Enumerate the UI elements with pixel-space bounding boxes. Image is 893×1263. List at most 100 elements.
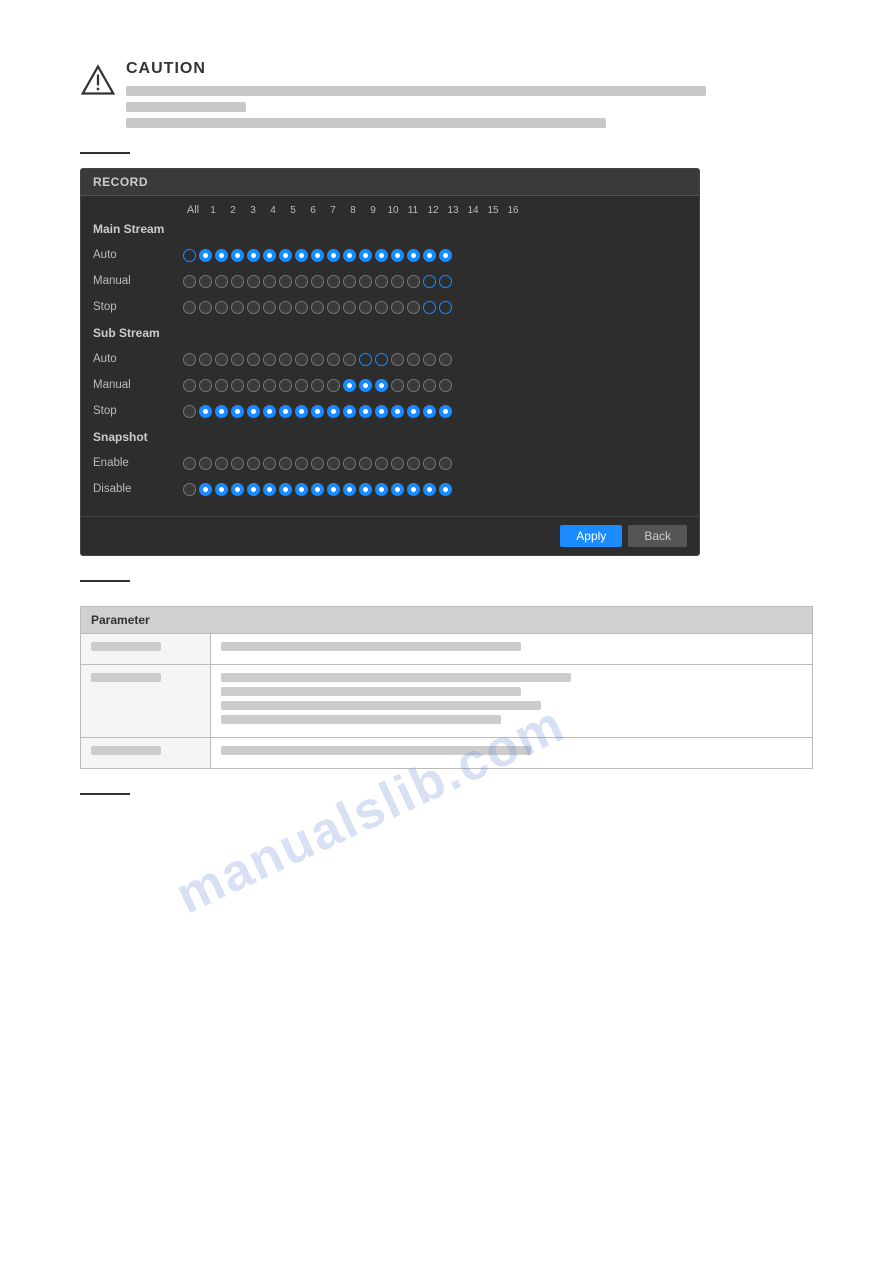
sub-stop-16[interactable] <box>439 405 452 418</box>
snap-enable-9[interactable] <box>327 457 340 470</box>
sub-manual-12[interactable] <box>375 379 388 392</box>
main-manual-10[interactable] <box>343 275 356 288</box>
sub-auto-14[interactable] <box>407 353 420 366</box>
main-stop-7[interactable] <box>295 301 308 314</box>
sub-auto-row[interactable]: Auto <box>93 348 687 370</box>
snap-enable-16[interactable] <box>439 457 452 470</box>
main-manual-12[interactable] <box>375 275 388 288</box>
sub-stop-5[interactable] <box>263 405 276 418</box>
sub-auto-16[interactable] <box>439 353 452 366</box>
main-auto-row[interactable]: Auto <box>93 244 687 266</box>
snapshot-enable-row[interactable]: Enable <box>93 452 687 474</box>
sub-manual-16[interactable] <box>439 379 452 392</box>
main-auto-1[interactable] <box>199 249 212 262</box>
snap-enable-4[interactable] <box>247 457 260 470</box>
snap-enable-10[interactable] <box>343 457 356 470</box>
snap-disable-15[interactable] <box>423 483 436 496</box>
snap-enable-6[interactable] <box>279 457 292 470</box>
sub-manual-15[interactable] <box>423 379 436 392</box>
sub-stop-8[interactable] <box>311 405 324 418</box>
sub-manual-7[interactable] <box>295 379 308 392</box>
snap-disable-4[interactable] <box>247 483 260 496</box>
sub-stop-radios[interactable] <box>183 405 452 418</box>
main-stop-2[interactable] <box>215 301 228 314</box>
main-stop-12[interactable] <box>375 301 388 314</box>
main-stop-radios[interactable] <box>183 301 452 314</box>
snap-disable-6[interactable] <box>279 483 292 496</box>
sub-stop-14[interactable] <box>407 405 420 418</box>
main-manual-16[interactable] <box>439 275 452 288</box>
sub-auto-5[interactable] <box>263 353 276 366</box>
sub-stop-10[interactable] <box>343 405 356 418</box>
snap-disable-3[interactable] <box>231 483 244 496</box>
apply-button[interactable]: Apply <box>560 525 622 547</box>
sub-manual-9[interactable] <box>327 379 340 392</box>
main-stop-3[interactable] <box>231 301 244 314</box>
sub-auto-12[interactable] <box>375 353 388 366</box>
sub-manual-all[interactable] <box>183 379 196 392</box>
main-manual-11[interactable] <box>359 275 372 288</box>
main-stop-4[interactable] <box>247 301 260 314</box>
main-manual-5[interactable] <box>263 275 276 288</box>
sub-stop-2[interactable] <box>215 405 228 418</box>
sub-manual-radios[interactable] <box>183 379 452 392</box>
main-manual-radios[interactable] <box>183 275 452 288</box>
sub-auto-15[interactable] <box>423 353 436 366</box>
sub-stop-row[interactable]: Stop <box>93 400 687 422</box>
main-manual-all[interactable] <box>183 275 196 288</box>
sub-manual-1[interactable] <box>199 379 212 392</box>
main-manual-2[interactable] <box>215 275 228 288</box>
main-stop-8[interactable] <box>311 301 324 314</box>
snap-enable-1[interactable] <box>199 457 212 470</box>
sub-manual-14[interactable] <box>407 379 420 392</box>
main-auto-11[interactable] <box>359 249 372 262</box>
main-auto-10[interactable] <box>343 249 356 262</box>
main-auto-13[interactable] <box>391 249 404 262</box>
main-auto-4[interactable] <box>247 249 260 262</box>
sub-manual-6[interactable] <box>279 379 292 392</box>
sub-stop-3[interactable] <box>231 405 244 418</box>
snapshot-enable-radios[interactable] <box>183 457 452 470</box>
snap-disable-16[interactable] <box>439 483 452 496</box>
sub-stop-6[interactable] <box>279 405 292 418</box>
main-stop-14[interactable] <box>407 301 420 314</box>
sub-manual-4[interactable] <box>247 379 260 392</box>
snap-disable-12[interactable] <box>375 483 388 496</box>
sub-auto-9[interactable] <box>327 353 340 366</box>
main-manual-14[interactable] <box>407 275 420 288</box>
main-manual-row[interactable]: Manual <box>93 270 687 292</box>
main-manual-1[interactable] <box>199 275 212 288</box>
snap-enable-5[interactable] <box>263 457 276 470</box>
snap-disable-5[interactable] <box>263 483 276 496</box>
sub-manual-8[interactable] <box>311 379 324 392</box>
main-manual-8[interactable] <box>311 275 324 288</box>
snap-disable-10[interactable] <box>343 483 356 496</box>
main-manual-15[interactable] <box>423 275 436 288</box>
main-stop-11[interactable] <box>359 301 372 314</box>
sub-auto-2[interactable] <box>215 353 228 366</box>
snap-enable-all[interactable] <box>183 457 196 470</box>
snapshot-disable-row[interactable]: Disable <box>93 478 687 500</box>
sub-stop-11[interactable] <box>359 405 372 418</box>
main-auto-6[interactable] <box>279 249 292 262</box>
sub-auto-13[interactable] <box>391 353 404 366</box>
sub-manual-10[interactable] <box>343 379 356 392</box>
snap-enable-8[interactable] <box>311 457 324 470</box>
main-stop-10[interactable] <box>343 301 356 314</box>
sub-stop-13[interactable] <box>391 405 404 418</box>
sub-auto-4[interactable] <box>247 353 260 366</box>
sub-manual-2[interactable] <box>215 379 228 392</box>
sub-auto-radios[interactable] <box>183 353 452 366</box>
snap-enable-3[interactable] <box>231 457 244 470</box>
main-auto-8[interactable] <box>311 249 324 262</box>
sub-stop-1[interactable] <box>199 405 212 418</box>
main-stop-6[interactable] <box>279 301 292 314</box>
sub-auto-6[interactable] <box>279 353 292 366</box>
snap-disable-14[interactable] <box>407 483 420 496</box>
snap-disable-1[interactable] <box>199 483 212 496</box>
snap-disable-13[interactable] <box>391 483 404 496</box>
main-auto-16[interactable] <box>439 249 452 262</box>
sub-auto-10[interactable] <box>343 353 356 366</box>
main-stop-1[interactable] <box>199 301 212 314</box>
sub-stop-15[interactable] <box>423 405 436 418</box>
